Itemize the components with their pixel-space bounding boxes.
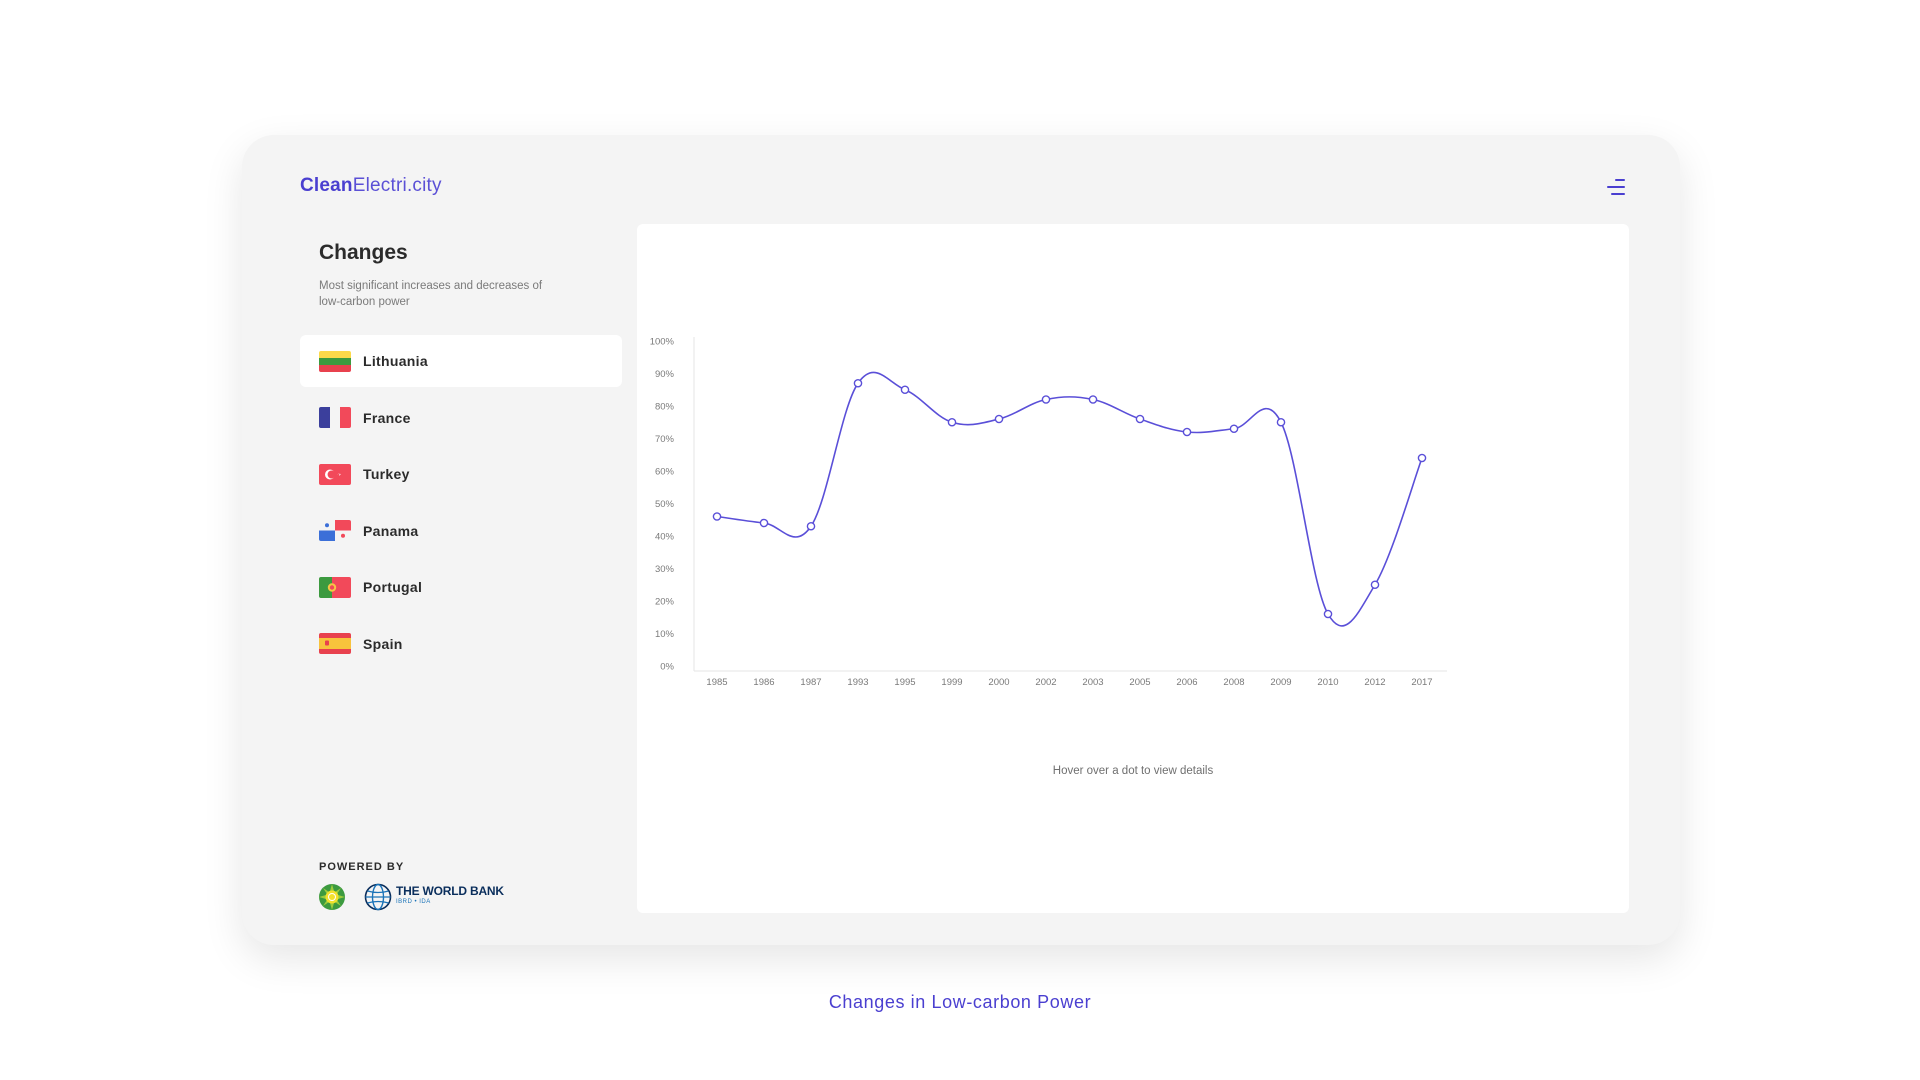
x-tick-label: 1999 — [941, 677, 962, 688]
lithuania-flag-icon — [319, 350, 351, 372]
country-item-france[interactable]: France — [300, 392, 622, 444]
x-tick-label: 1987 — [800, 677, 821, 688]
chart-hint: Hover over a dot to view details — [1052, 765, 1214, 777]
x-tick-label: 1985 — [706, 677, 727, 688]
chart-panel: 0% 10% 20% 30% 40% 50% 60% 70% 80% 90% 100% 1985 198… — [637, 224, 1629, 913]
brand-logo[interactable]: CleanElectri.city — [300, 175, 442, 197]
x-tick-label: 2008 — [1223, 677, 1244, 688]
line-chart: 0% 10% 20% 30% 40% 50% 60% 70% 80% 90% 100% 1985 198… — [650, 337, 1447, 688]
y-tick-label: 20% — [655, 597, 675, 608]
data-point[interactable] — [853, 378, 863, 388]
data-point[interactable] — [1417, 453, 1427, 463]
data-point[interactable] — [1088, 395, 1098, 404]
powered-by-label: POWERED BY — [319, 861, 405, 873]
y-tick-label: 60% — [655, 467, 675, 478]
y-tick-label: 10% — [655, 629, 675, 640]
x-tick-label: 2009 — [1270, 677, 1291, 688]
app-card: CleanElectri.city Changes Most significa… — [242, 135, 1680, 945]
data-point[interactable] — [1323, 609, 1333, 619]
data-point[interactable] — [1229, 424, 1239, 434]
x-tick-label: 1993 — [847, 677, 868, 688]
x-tick-label: 2017 — [1411, 677, 1432, 688]
panama-flag-icon — [319, 520, 351, 541]
country-name: Panama — [363, 522, 419, 539]
y-tick-label: 40% — [655, 532, 675, 543]
france-flag-icon — [319, 407, 351, 428]
sidebar-title: Changes — [319, 241, 408, 264]
country-item-portugal[interactable]: Portugal — [300, 561, 622, 613]
country-name: Lithuania — [363, 353, 428, 369]
country-item-panama[interactable]: Panama — [300, 505, 622, 557]
data-point[interactable] — [900, 385, 910, 395]
data-point[interactable] — [1135, 414, 1145, 424]
country-item-spain[interactable]: Spain — [300, 618, 622, 670]
x-tick-label: 2010 — [1317, 677, 1338, 688]
world-bank-logo: THE WORLD BANK IBRD • IDA — [364, 883, 504, 911]
bp-helios-logo — [319, 884, 345, 910]
data-point[interactable] — [1370, 580, 1380, 590]
data-point[interactable] — [759, 518, 769, 528]
turkey-flag-icon — [319, 463, 351, 485]
y-tick-label: 30% — [655, 564, 675, 575]
brand-bold: Clean — [300, 175, 353, 196]
y-tick-label: 100% — [650, 337, 675, 348]
country-name: Portugal — [363, 579, 423, 595]
country-name: Turkey — [363, 466, 410, 482]
country-list: Lithuania France Turkey Panama Portugal — [300, 335, 622, 674]
country-item-lithuania[interactable]: Lithuania — [300, 335, 622, 387]
x-tick-label: 2002 — [1035, 677, 1056, 688]
y-tick-label: 90% — [655, 369, 675, 380]
globe-icon — [364, 883, 392, 911]
data-point[interactable] — [1041, 395, 1051, 404]
x-tick-label: 1995 — [894, 677, 915, 688]
world-bank-name: THE WORLD BANK — [396, 884, 504, 898]
x-tick-label: 1986 — [753, 677, 774, 688]
data-point[interactable] — [994, 414, 1004, 424]
spain-flag-icon — [319, 633, 351, 654]
data-point[interactable] — [1182, 427, 1192, 437]
data-point[interactable] — [1276, 417, 1286, 427]
x-tick-label: 2003 — [1082, 677, 1103, 688]
sidebar-description: Most significant increases and decreases… — [319, 280, 543, 308]
y-tick-label: 80% — [655, 402, 675, 413]
y-tick-label: 0% — [660, 662, 674, 673]
partner-logos: THE WORLD BANK IBRD • IDA — [318, 883, 504, 911]
data-point[interactable] — [712, 512, 722, 521]
portugal-flag-icon — [319, 576, 351, 598]
x-tick-label: 2006 — [1176, 677, 1197, 688]
country-item-turkey[interactable]: Turkey — [300, 448, 622, 500]
data-point[interactable] — [947, 417, 957, 427]
x-tick-label: 2012 — [1364, 677, 1385, 688]
y-tick-label: 50% — [655, 499, 675, 510]
x-tick-label: 2000 — [988, 677, 1009, 688]
hamburger-menu-icon[interactable] — [1597, 175, 1625, 199]
brand-rest: Electri.city — [352, 175, 442, 196]
x-tick-label: 2005 — [1129, 677, 1150, 688]
y-tick-label: 70% — [655, 434, 675, 445]
series-line — [716, 371, 1423, 627]
country-name: Spain — [363, 635, 403, 652]
world-bank-subtitle: IBRD • IDA — [396, 899, 431, 905]
country-name: France — [363, 409, 411, 426]
page-caption: Changes in Low-carbon Power — [828, 992, 1092, 1012]
data-point[interactable] — [806, 521, 816, 531]
